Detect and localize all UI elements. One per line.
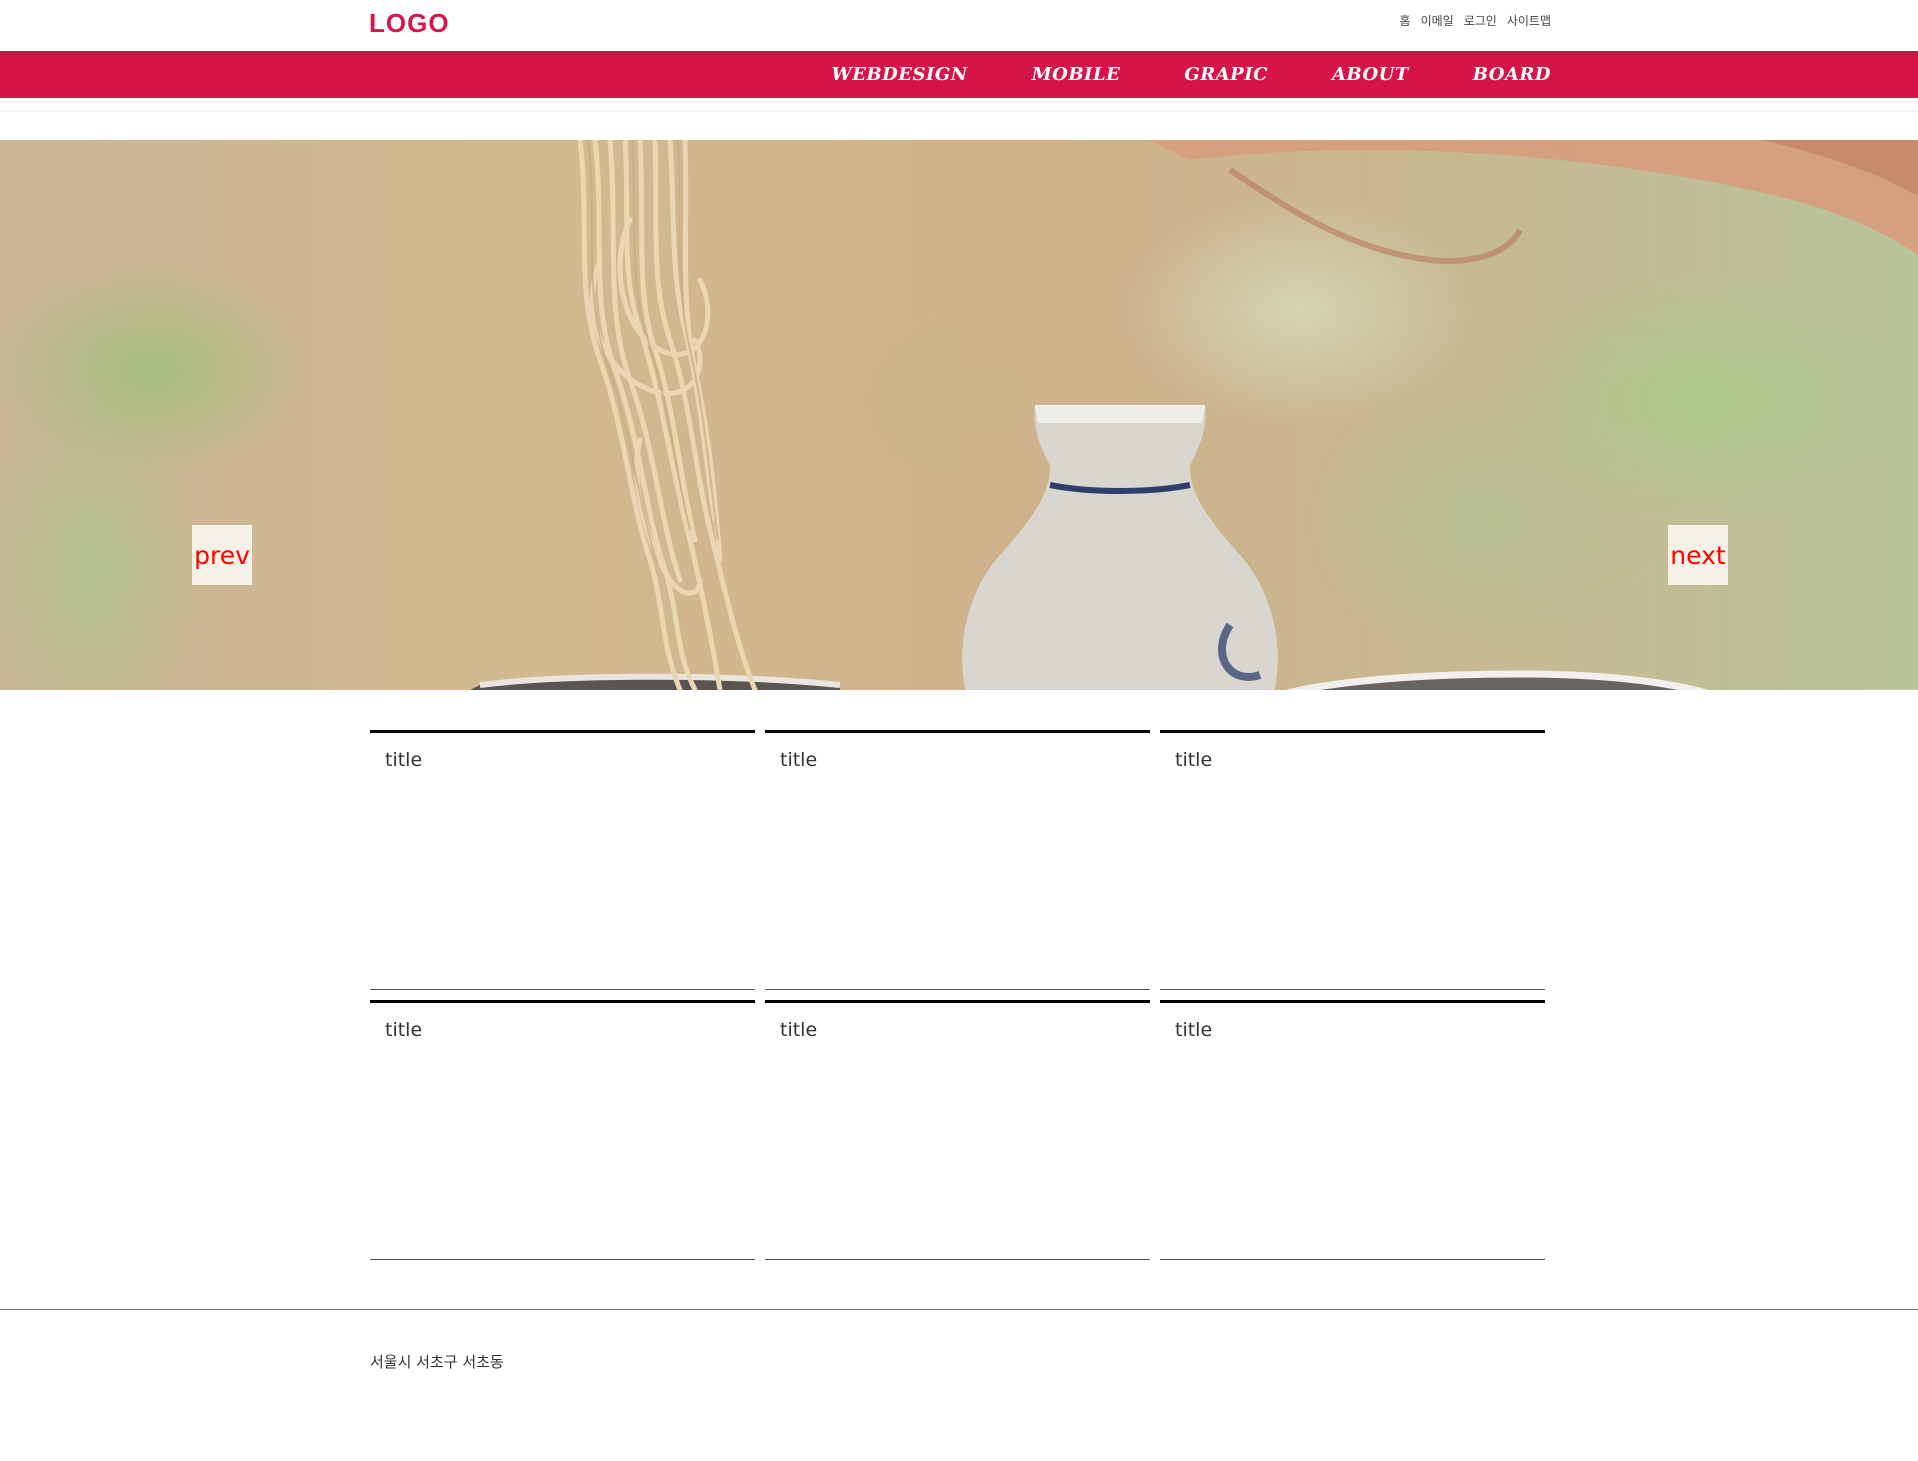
content-card: title [370, 730, 755, 990]
nav-item-grapic[interactable]: GRAPIC [1184, 64, 1268, 85]
nav-item-webdesign[interactable]: WEBDESIGN [832, 64, 968, 85]
sub-menu-bar [0, 98, 1918, 112]
content-card: title [765, 1000, 1150, 1260]
nav-item-board[interactable]: BOARD [1473, 64, 1551, 85]
content-grid: title title title title title title [370, 730, 1546, 1260]
main-nav: WEBDESIGN MOBILE GRAPIC ABOUT BOARD [0, 51, 1918, 98]
card-title[interactable]: title [1160, 733, 1545, 771]
nav-item-about[interactable]: ABOUT [1332, 64, 1409, 85]
content-card: title [370, 1000, 755, 1260]
util-link-login[interactable]: 로그인 [1464, 12, 1497, 29]
footer: 서울시 서초구 서초동 [0, 1309, 1918, 1461]
content-card: title [765, 730, 1150, 990]
footer-address: 서울시 서초구 서초동 [370, 1353, 504, 1371]
vase-image [962, 405, 1278, 690]
hero-slider: prev next [0, 140, 1918, 690]
hand-image [1150, 140, 1918, 264]
content-card: title [1160, 1000, 1545, 1260]
card-title[interactable]: title [765, 1003, 1150, 1041]
card-title[interactable]: title [370, 733, 755, 771]
utility-links: 홈 이메일 로그인 사이트맵 [1400, 12, 1551, 29]
nav-item-mobile[interactable]: MOBILE [1032, 64, 1121, 85]
card-title[interactable]: title [1160, 1003, 1545, 1041]
util-link-home[interactable]: 홈 [1400, 12, 1411, 29]
noodles-image [577, 140, 758, 690]
card-title[interactable]: title [765, 733, 1150, 771]
top-bar: LOGO 홈 이메일 로그인 사이트맵 [0, 0, 1918, 51]
util-link-sitemap[interactable]: 사이트맵 [1507, 12, 1551, 29]
logo[interactable]: LOGO [369, 8, 450, 39]
slider-next-button[interactable]: next [1668, 525, 1728, 585]
content-card: title [1160, 730, 1545, 990]
util-link-email[interactable]: 이메일 [1421, 12, 1454, 29]
slider-prev-button[interactable]: prev [192, 525, 252, 585]
card-title[interactable]: title [370, 1003, 755, 1041]
plate-image [1285, 670, 1709, 690]
